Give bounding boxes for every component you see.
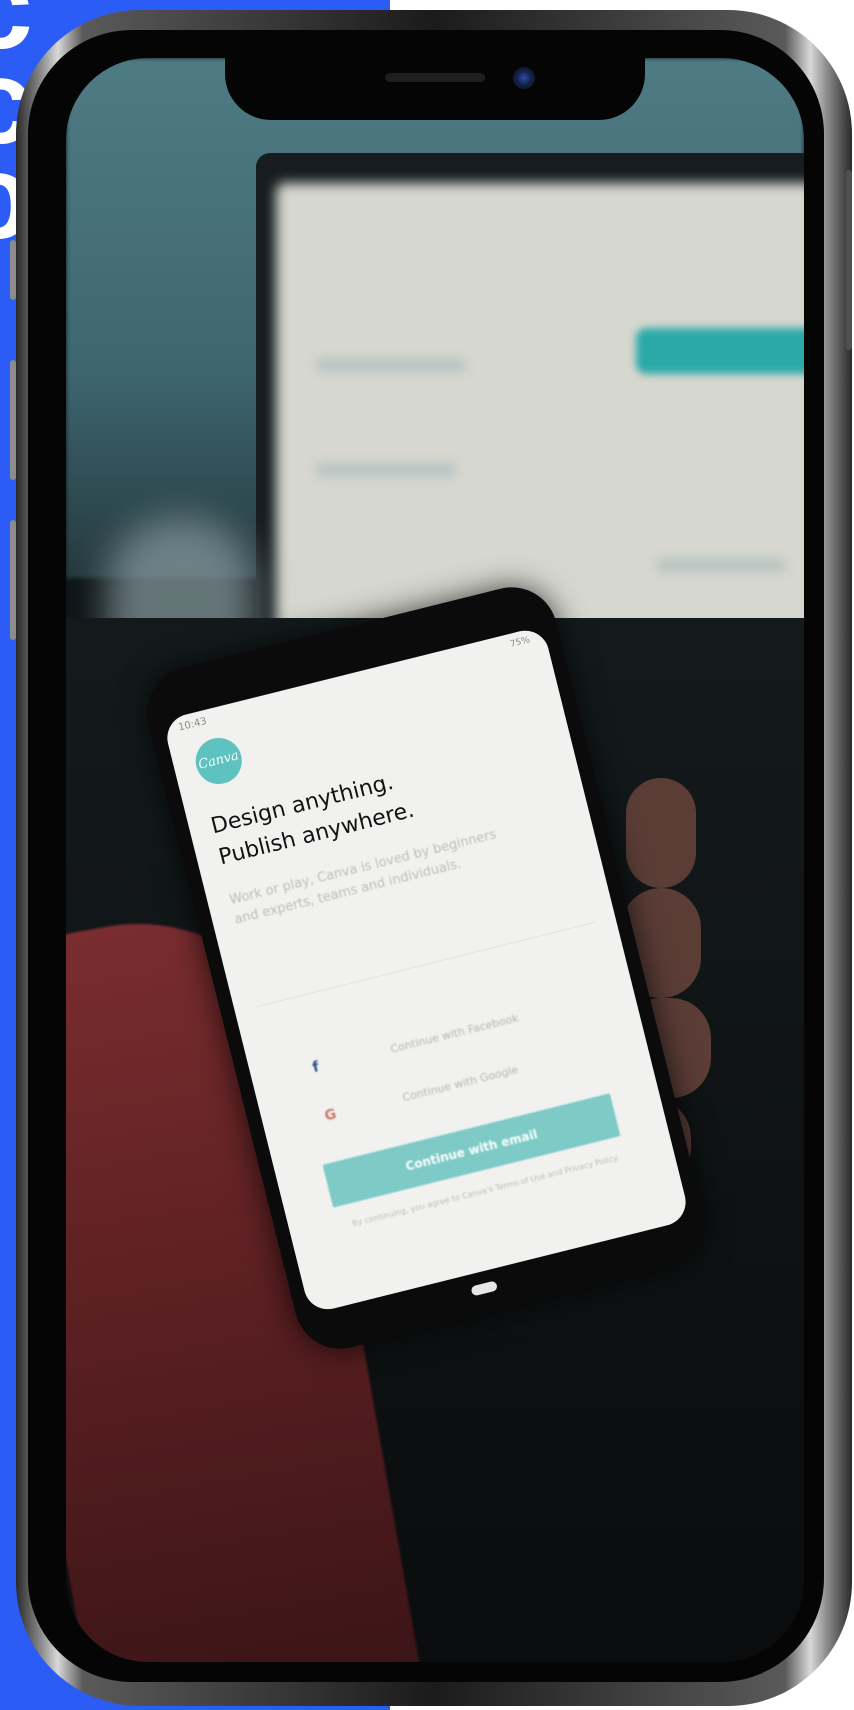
phone-notch bbox=[225, 58, 645, 120]
google-icon: G bbox=[323, 1106, 339, 1125]
photo-background-blur-line bbox=[316, 463, 456, 477]
held-phone-status-time: 10:43 bbox=[177, 715, 208, 734]
held-phone-divider bbox=[256, 921, 597, 1008]
photo-background-teal-element bbox=[636, 328, 804, 374]
phone-volume-up-button bbox=[10, 360, 16, 480]
phone-volume-down-button bbox=[10, 520, 16, 640]
photo-background-blur-line bbox=[316, 358, 466, 372]
photo-finger bbox=[626, 778, 696, 888]
facebook-icon: f bbox=[310, 1059, 321, 1077]
phone-speaker bbox=[385, 73, 485, 82]
photo-background-monitor-screen bbox=[276, 183, 804, 653]
phone-power-button bbox=[846, 170, 852, 350]
front-camera-icon bbox=[513, 67, 535, 89]
phone-screen-photo: 10:43 75% Canva Design anything. Publish… bbox=[66, 58, 804, 1662]
held-phone-home-indicator bbox=[470, 1280, 499, 1297]
canva-logo: Canva bbox=[190, 733, 247, 789]
held-phone-status-battery: 75% bbox=[509, 635, 531, 650]
continue-with-facebook-label: Continue with Facebook bbox=[389, 1011, 520, 1056]
phone-side-button bbox=[10, 240, 16, 300]
photo-background-blur-line bbox=[656, 558, 786, 572]
continue-with-google-label: Continue with Google bbox=[401, 1062, 520, 1105]
